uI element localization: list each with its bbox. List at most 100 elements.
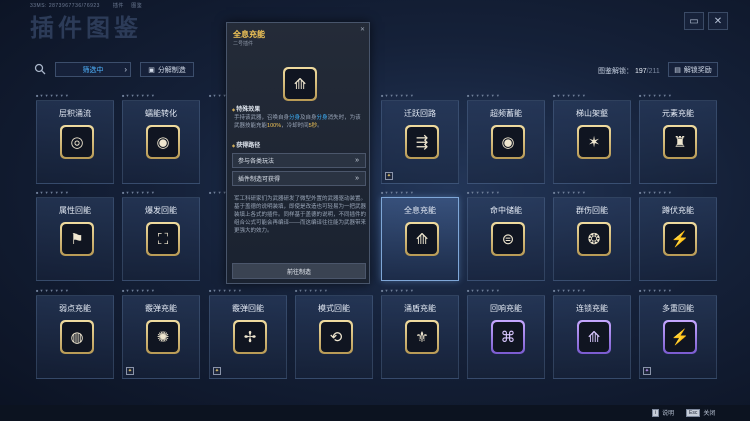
- chevron-right-icon: ›: [124, 65, 127, 74]
- plugin-name: 霰弹回能: [232, 304, 264, 313]
- filter-dropdown[interactable]: 筛选中 ›: [55, 62, 131, 77]
- window-icon[interactable]: ▭: [684, 12, 704, 30]
- plugin-icon: ⌘: [491, 320, 525, 354]
- variant-badge-icon: ✦: [385, 172, 393, 180]
- row-tag: ■ ▼ ▼ ▼ ▼ ▼ ▼: [36, 190, 69, 195]
- plugin-glyph: ◎: [62, 127, 92, 157]
- plugin-card[interactable]: 多重回能 ⚡ ✦: [639, 295, 717, 379]
- unlock-label: 图鉴解锁：: [598, 68, 633, 75]
- route-craft-label: 插件制造可获得: [238, 177, 281, 183]
- detail-subtitle: 二号插件: [233, 41, 254, 47]
- plugin-card[interactable]: 蠕能转化 ◉: [122, 100, 200, 184]
- row-tag: ■ ▼ ▼ ▼ ▼ ▼ ▼: [209, 288, 242, 293]
- plugin-icon: ◍: [60, 320, 94, 354]
- plugin-glyph: ✶: [579, 127, 609, 157]
- plugin-card[interactable]: 霰弹充能 ✺ ✦: [122, 295, 200, 379]
- row-tag: ■ ▼ ▼ ▼ ▼ ▼ ▼: [467, 93, 500, 98]
- plugin-name: 群伤回能: [576, 206, 608, 215]
- plugin-name: 命中储能: [490, 206, 522, 215]
- plugin-name: 回响充能: [490, 304, 522, 313]
- plugin-name: 元素充能: [662, 109, 694, 118]
- row-tag: ■ ▼ ▼ ▼ ▼ ▼ ▼: [381, 288, 414, 293]
- plugin-card[interactable]: 全息充能 ⟰: [381, 197, 459, 281]
- plugin-card[interactable]: 群伤回能 ❂: [553, 197, 631, 281]
- plugin-icon: ⇶: [405, 125, 439, 159]
- plugin-card[interactable]: 涌盾充能 ⚜: [381, 295, 459, 379]
- route-gameplay-button[interactable]: 参与各类玩法 »: [232, 153, 366, 168]
- plugin-glyph: ◍: [62, 322, 92, 352]
- plugin-icon: ⚑: [60, 222, 94, 256]
- row-tag: ■ ▼ ▼ ▼ ▼ ▼ ▼: [639, 93, 672, 98]
- plugin-glyph: ⚑: [62, 224, 92, 254]
- decompose-icon: ▣: [148, 66, 155, 74]
- plugin-icon: ⚡: [663, 222, 697, 256]
- plugin-icon: ❂: [577, 222, 611, 256]
- plugin-name: 模式回能: [318, 304, 350, 313]
- close-hint[interactable]: Esc 关闭: [686, 408, 715, 417]
- plugin-name: 多重回能: [662, 304, 694, 313]
- row-tag: ■ ▼ ▼ ▼ ▼ ▼ ▼: [553, 93, 586, 98]
- bottom-bar: [0, 405, 750, 421]
- unlock-progress: 图鉴解锁： 197/211: [598, 66, 660, 76]
- plugin-card[interactable]: 梯山架壑 ✶: [553, 100, 631, 184]
- plugin-card[interactable]: 连锁充能 ⟰: [553, 295, 631, 379]
- plugin-icon: ◉: [491, 125, 525, 159]
- row-tag: ■ ▼ ▼ ▼ ▼ ▼ ▼: [36, 93, 69, 98]
- plugin-icon: ◎: [60, 125, 94, 159]
- row-tag: ■ ▼ ▼ ▼ ▼ ▼ ▼: [36, 288, 69, 293]
- detail-plugin-icon: ⟰: [283, 67, 317, 101]
- close-icon[interactable]: ✕: [708, 12, 728, 30]
- plugin-glyph: ◉: [148, 127, 178, 157]
- plugin-icon: ♜: [663, 125, 697, 159]
- row-tag: ■ ▼ ▼ ▼ ▼ ▼ ▼: [639, 288, 672, 293]
- decompose-button[interactable]: ▣ 分解制造: [140, 62, 194, 77]
- route-craft-button[interactable]: 插件制造可获得 »: [232, 171, 366, 186]
- double-chevron-icon: »: [355, 175, 359, 182]
- plugin-name: 层积涌流: [59, 109, 91, 118]
- detail-title: 全息充能: [233, 30, 265, 39]
- plugin-icon: ⟰: [405, 222, 439, 256]
- plugin-card[interactable]: 模式回能 ⟲: [295, 295, 373, 379]
- plugin-icon: ✺: [146, 320, 180, 354]
- plugin-glyph: ⇶: [407, 127, 437, 157]
- row-tag: ■ ▼ ▼ ▼ ▼ ▼ ▼: [553, 288, 586, 293]
- plugin-name: 爆发回能: [145, 206, 177, 215]
- row-tag: ■ ▼ ▼ ▼ ▼ ▼ ▼: [381, 190, 414, 195]
- detail-close-icon[interactable]: ✕: [360, 26, 365, 33]
- plugin-icon: ✶: [577, 125, 611, 159]
- plugin-card[interactable]: 霰弹回能 ✢ ✦: [209, 295, 287, 379]
- plugin-glyph: ⟰: [407, 224, 437, 254]
- plugin-card[interactable]: 弱点充能 ◍: [36, 295, 114, 379]
- plugin-card[interactable]: 蹲伏充能 ⚡: [639, 197, 717, 281]
- plugin-name: 全息充能: [404, 206, 436, 215]
- plugin-card[interactable]: 属性回能 ⚑: [36, 197, 114, 281]
- row-tag: ■ ▼ ▼ ▼ ▼ ▼ ▼: [553, 190, 586, 195]
- plugin-card[interactable]: 超频蓄能 ◉: [467, 100, 545, 184]
- plugin-card[interactable]: 迁跃回路 ⇶ ✦: [381, 100, 459, 184]
- unlock-reward-button[interactable]: ▤ 解锁奖励: [668, 62, 718, 77]
- plugin-glyph: ⚜: [407, 322, 437, 352]
- plugin-name: 蠕能转化: [145, 109, 177, 118]
- plugin-glyph: ⚡: [665, 322, 695, 352]
- plugin-card[interactable]: 层积涌流 ◎: [36, 100, 114, 184]
- plugin-card[interactable]: 爆发回能 ⛶: [122, 197, 200, 281]
- plugin-icon: ✢: [233, 320, 267, 354]
- row-tag: ■ ▼ ▼ ▼ ▼ ▼ ▼: [381, 93, 414, 98]
- plugin-glyph: ✺: [148, 322, 178, 352]
- go-craft-button[interactable]: 前往制造: [232, 263, 366, 279]
- double-chevron-icon: »: [355, 157, 359, 164]
- search-icon[interactable]: [31, 61, 49, 77]
- row-tag: ■ ▼ ▼ ▼ ▼ ▼ ▼: [639, 190, 672, 195]
- variant-badge-icon: ✦: [643, 367, 651, 375]
- page-title: 插件图鉴: [30, 15, 142, 42]
- plugin-glyph: ⚡: [665, 224, 695, 254]
- plugin-glyph: ⊜: [493, 224, 523, 254]
- plugin-card[interactable]: 命中储能 ⊜: [467, 197, 545, 281]
- plugin-glyph: ⟰: [579, 322, 609, 352]
- variant-badge-icon: ✦: [126, 367, 134, 375]
- plugin-card[interactable]: 回响充能 ⌘: [467, 295, 545, 379]
- help-hint[interactable]: i 说明: [652, 408, 674, 417]
- close-label: 关闭: [703, 411, 716, 417]
- plugin-card[interactable]: 元素充能 ♜: [639, 100, 717, 184]
- plugin-glyph: ⌘: [493, 322, 523, 352]
